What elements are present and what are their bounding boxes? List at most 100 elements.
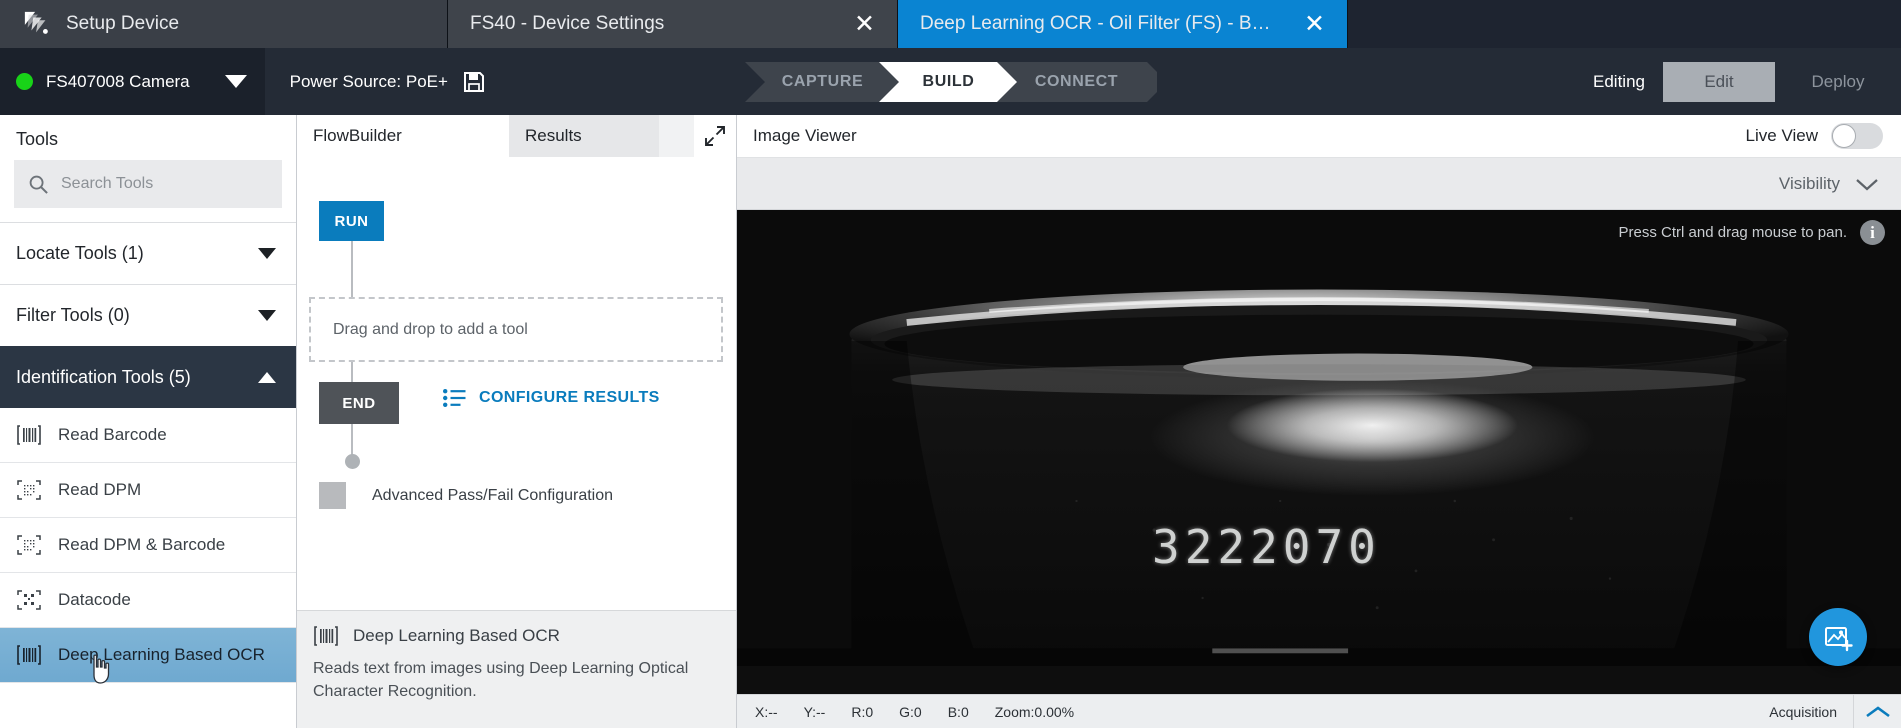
tools-group-identification[interactable]: Identification Tools (5): [0, 346, 296, 408]
tab-label: Setup Device: [66, 13, 179, 35]
tools-group-label: Locate Tools (1): [16, 243, 144, 264]
chevron-down-icon[interactable]: [258, 248, 276, 259]
tool-item-label: Datacode: [58, 590, 131, 610]
device-status-indicator: [16, 73, 33, 90]
advanced-pass-fail-row[interactable]: Advanced Pass/Fail Configuration: [319, 482, 613, 509]
tool-item-read-dpm[interactable]: Read DPM: [0, 463, 296, 518]
tools-group-label: Identification Tools (5): [16, 367, 191, 388]
search-tools-box[interactable]: [14, 160, 282, 208]
advanced-pass-fail-checkbox[interactable]: [319, 482, 346, 509]
tab-label: FlowBuilder: [313, 126, 402, 146]
search-input[interactable]: [61, 175, 268, 193]
tool-item-deep-learning-based-ocr[interactable]: Deep Learning Based OCR: [0, 628, 296, 683]
oil-filter-image: [737, 210, 1901, 666]
editing-status-label: Editing: [1593, 72, 1663, 92]
flow-connector: [351, 424, 353, 458]
tab-label: Results: [525, 126, 582, 146]
ocr-printed-code: 3222070: [1152, 520, 1381, 574]
zebra-logo-icon: [22, 10, 52, 38]
main-body: Tools Locate Tools (1) Filter Tools (0) …: [0, 115, 1901, 728]
tab-label: Deep Learning OCR - Oil Filter (FS) - Bu…: [920, 13, 1272, 35]
power-source-group: Power Source: PoE+: [265, 70, 486, 94]
search-icon: [28, 174, 49, 195]
tab-deep-learning-ocr-build[interactable]: Deep Learning OCR - Oil Filter (FS) - Bu…: [898, 0, 1348, 48]
tab-flowbuilder[interactable]: FlowBuilder: [297, 115, 509, 157]
tool-description-text: Reads text from images using Deep Learni…: [313, 658, 720, 703]
image-viewer-panel: Image Viewer Live View Visibility: [737, 115, 1901, 728]
chevron-up-icon: [1865, 705, 1891, 719]
power-source-label: Power Source: PoE+: [290, 72, 448, 92]
status-x: X:--: [755, 704, 778, 720]
expand-icon: [704, 125, 726, 147]
tool-dropzone[interactable]: Drag and drop to add a tool: [309, 297, 723, 362]
tool-item-label: Read DPM: [58, 480, 141, 500]
dpm-icon: [16, 534, 42, 556]
step-connect[interactable]: CONNECT: [997, 62, 1157, 102]
tab-results[interactable]: Results: [509, 115, 659, 157]
acquisition-expand-button[interactable]: [1853, 695, 1901, 728]
step-label: CAPTURE: [766, 73, 880, 91]
list-icon: [443, 389, 466, 407]
dropzone-label: Drag and drop to add a tool: [333, 321, 528, 339]
chevron-down-icon[interactable]: [1855, 177, 1879, 191]
image-viewer-subbar: Visibility: [737, 158, 1901, 210]
tool-item-label: Read Barcode: [58, 425, 167, 445]
add-image-button[interactable]: [1809, 608, 1867, 666]
live-view-toggle[interactable]: [1831, 123, 1883, 149]
dpm-icon: [16, 479, 42, 501]
run-node[interactable]: RUN: [319, 201, 384, 241]
tool-item-datacode[interactable]: Datacode: [0, 573, 296, 628]
save-icon[interactable]: [462, 70, 486, 94]
status-r: R:0: [851, 704, 873, 720]
tab-setup-device[interactable]: Setup Device: [0, 0, 448, 48]
close-icon[interactable]: ✕: [836, 12, 875, 37]
tools-group-locate[interactable]: Locate Tools (1): [0, 222, 296, 284]
tab-device-settings[interactable]: FS40 - Device Settings ✕: [448, 0, 898, 48]
tools-panel-title: Tools: [0, 115, 296, 160]
toolbar-actions: Editing Edit Deploy: [1593, 48, 1901, 115]
tools-panel: Tools Locate Tools (1) Filter Tools (0) …: [0, 115, 297, 728]
barcode-icon: [313, 625, 339, 647]
deploy-button[interactable]: Deploy: [1775, 62, 1901, 102]
tab-bar: Setup Device FS40 - Device Settings ✕ De…: [0, 0, 1901, 48]
status-b: B:0: [948, 704, 969, 720]
end-node[interactable]: END: [319, 382, 399, 424]
info-icon[interactable]: i: [1860, 220, 1885, 245]
step-capture[interactable]: CAPTURE: [745, 62, 901, 102]
close-icon[interactable]: ✕: [1286, 12, 1325, 37]
acquisition-label[interactable]: Acquisition: [1753, 695, 1853, 728]
status-bar-right: Acquisition: [1753, 695, 1901, 728]
tool-item-read-barcode[interactable]: Read Barcode: [0, 408, 296, 463]
flow-connector: [351, 362, 353, 384]
tool-item-label: Read DPM & Barcode: [58, 535, 225, 555]
tool-description-title: Deep Learning Based OCR: [353, 626, 560, 646]
expand-panel-button[interactable]: [694, 115, 736, 157]
flowbuilder-tabs: FlowBuilder Results: [297, 115, 736, 157]
device-selector[interactable]: FS407008 Camera: [0, 48, 265, 115]
tools-group-filter[interactable]: Filter Tools (0): [0, 284, 296, 346]
flow-connector: [351, 241, 353, 299]
flow-canvas[interactable]: RUN Drag and drop to add a tool END CONF…: [297, 157, 736, 610]
edit-button[interactable]: Edit: [1663, 62, 1775, 102]
tools-group-label: Filter Tools (0): [16, 305, 130, 326]
status-y: Y:--: [804, 704, 826, 720]
tool-item-label: Deep Learning Based OCR: [58, 645, 265, 665]
live-view-control[interactable]: Live View: [1746, 123, 1883, 149]
tool-description-title-row: Deep Learning Based OCR: [313, 625, 720, 647]
visibility-label[interactable]: Visibility: [1779, 174, 1840, 194]
flowbuilder-panel: FlowBuilder Results RUN Drag and drop to…: [297, 115, 737, 728]
status-zoom: Zoom:0.00%: [995, 704, 1074, 720]
tab-label: FS40 - Device Settings: [470, 13, 664, 35]
add-image-icon: [1824, 623, 1853, 652]
image-canvas[interactable]: 3222070 Press Ctrl and drag mouse to pan…: [737, 210, 1901, 694]
configure-results-link[interactable]: CONFIGURE RESULTS: [443, 389, 660, 407]
toggle-knob: [1832, 124, 1856, 148]
pan-hint-text: Press Ctrl and drag mouse to pan.: [1619, 224, 1847, 241]
chevron-down-icon[interactable]: [258, 310, 276, 321]
flow-end-dot: [345, 454, 360, 469]
main-toolbar: FS407008 Camera Power Source: PoE+ CAPTU…: [0, 48, 1901, 115]
chevron-down-icon[interactable]: [225, 75, 247, 88]
tool-item-read-dpm-barcode[interactable]: Read DPM & Barcode: [0, 518, 296, 573]
workflow-steps: CAPTURE BUILD CONNECT: [745, 62, 1157, 102]
chevron-up-icon[interactable]: [258, 372, 276, 383]
